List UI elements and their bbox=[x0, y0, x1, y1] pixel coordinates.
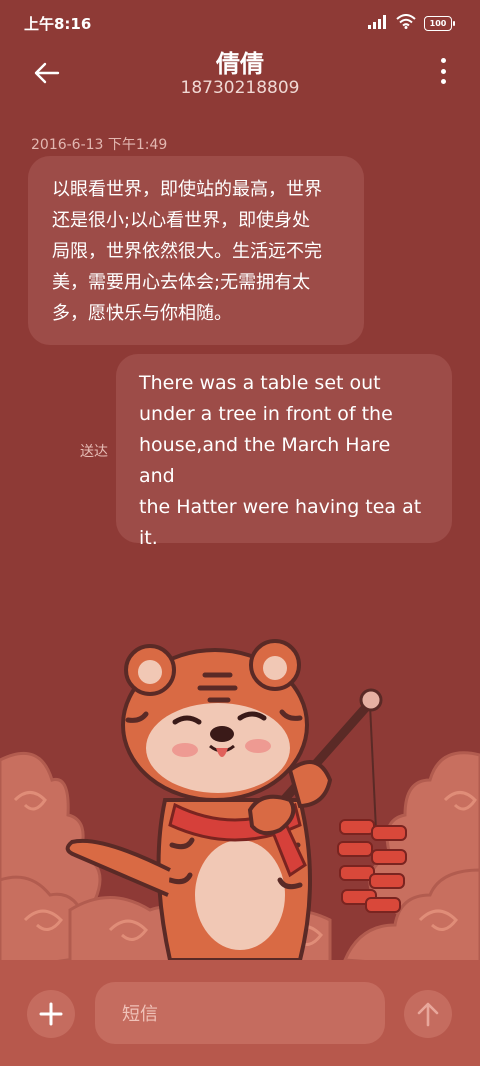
wifi-icon bbox=[396, 14, 416, 33]
message-timestamp: 2016-6-13 下午1:49 bbox=[31, 137, 168, 153]
contact-name: 倩倩 bbox=[216, 50, 264, 78]
send-button[interactable] bbox=[404, 990, 452, 1038]
battery-icon: 100 bbox=[424, 16, 455, 31]
plus-icon bbox=[39, 1002, 63, 1026]
contact-number: 18730218809 bbox=[180, 78, 300, 98]
more-vertical-icon bbox=[440, 58, 446, 63]
message-line: There was a table set out bbox=[139, 372, 381, 394]
outgoing-message-bubble[interactable]: There was a table set out under a tree i… bbox=[116, 354, 452, 549]
conversation-header: 倩倩 18730218809 bbox=[0, 40, 480, 102]
composer-bar: 短信 bbox=[0, 960, 480, 1066]
message-line: house,and the March Hare and bbox=[139, 434, 391, 487]
message-line: 以眼看世界，即使站的最高，世界 bbox=[52, 179, 322, 200]
tiger-illustration bbox=[0, 639, 480, 970]
messaging-screen: 上午8:16 100 倩倩 18730218809 2016-6-13 下午1:… bbox=[0, 0, 480, 1066]
status-time: 上午8:16 bbox=[24, 15, 92, 33]
add-attachment-button[interactable] bbox=[27, 990, 75, 1038]
delivery-status: 送达 bbox=[80, 444, 108, 460]
signal-icon bbox=[368, 14, 388, 33]
message-line: 多，愿快乐与你相随。 bbox=[52, 303, 232, 324]
incoming-message-bubble[interactable]: 以眼看世界，即使站的最高，世界 还是很小;以心看世界，即使身处 局限，世界依然很… bbox=[28, 156, 364, 345]
message-line: it. bbox=[139, 527, 158, 549]
sms-input[interactable]: 短信 bbox=[95, 982, 385, 1044]
send-arrow-icon bbox=[417, 1002, 439, 1027]
more-options-button[interactable] bbox=[436, 58, 450, 84]
message-line: 美，需要用心去体会;无需拥有太 bbox=[52, 272, 311, 293]
sms-input-placeholder: 短信 bbox=[122, 1004, 158, 1025]
message-line: 局限，世界依然很大。生活远不完 bbox=[52, 241, 322, 262]
status-icons: 100 bbox=[368, 14, 455, 33]
message-line: 还是很小;以心看世界，即使身处 bbox=[52, 210, 311, 231]
message-line: the Hatter were having tea at bbox=[139, 496, 422, 518]
battery-level: 100 bbox=[429, 19, 447, 28]
message-line: under a tree in front of the bbox=[139, 403, 393, 425]
